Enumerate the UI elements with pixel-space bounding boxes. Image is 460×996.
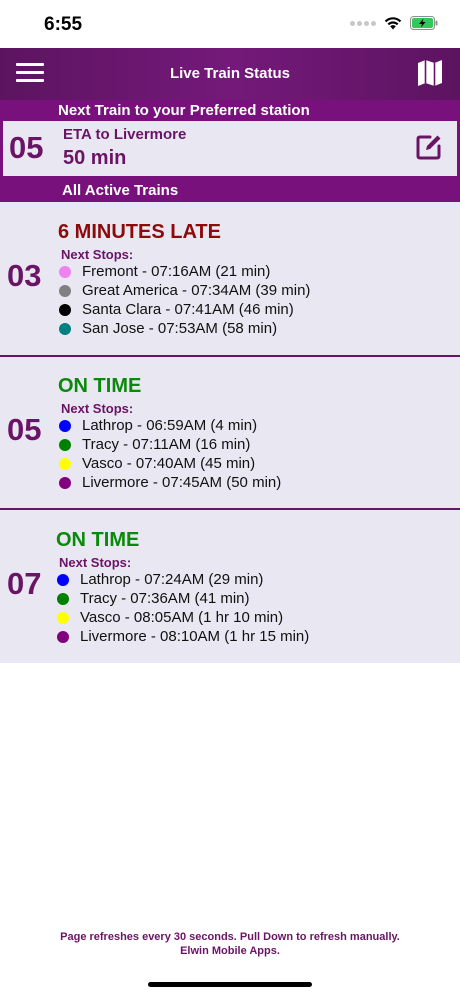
status-icons xyxy=(350,16,438,30)
preferred-station-header: Next Train to your Preferred station xyxy=(0,100,460,120)
train-number: 03 xyxy=(7,258,42,293)
stop-text: Tracy - 07:11AM (16 min) xyxy=(82,436,251,453)
stop-row: Livermore - 08:10AM (1 hr 15 min) xyxy=(57,627,309,646)
stop-text: Livermore - 07:45AM (50 min) xyxy=(82,474,282,491)
all-active-trains-header: All Active Trains xyxy=(0,178,460,202)
stop-color-dot-icon xyxy=(59,265,71,278)
stop-text: Vasco - 08:05AM (1 hr 10 min) xyxy=(80,609,284,626)
edit-icon[interactable] xyxy=(415,133,443,161)
footer: Page refreshes every 30 seconds. Pull Do… xyxy=(0,930,460,958)
stop-text: Livermore - 08:10AM (1 hr 15 min) xyxy=(80,628,310,645)
train-number: 05 xyxy=(7,412,42,447)
stop-color-dot-icon xyxy=(59,419,71,432)
stop-color-dot-icon xyxy=(57,611,69,624)
preferred-eta-label: ETA to Livermore xyxy=(63,126,187,143)
stop-row: Lathrop - 06:59AM (4 min) xyxy=(59,416,257,435)
page-title: Live Train Status xyxy=(169,65,291,82)
stop-row: Santa Clara - 07:41AM (46 min) xyxy=(59,300,294,319)
home-indicator[interactable] xyxy=(148,982,312,987)
wifi-icon xyxy=(384,17,402,30)
status-time: 6:55 xyxy=(44,14,83,35)
preferred-train-card: 05 ETA to Livermore 50 min xyxy=(0,120,460,178)
stop-text: San Jose - 07:53AM (58 min) xyxy=(82,320,278,337)
stop-color-dot-icon xyxy=(57,630,69,643)
company-credit: Elwin Mobile Apps. xyxy=(180,945,280,957)
next-stops-label: Next Stops: xyxy=(61,401,134,416)
stop-color-dot-icon xyxy=(59,438,71,451)
stop-text: Santa Clara - 07:41AM (46 min) xyxy=(82,301,294,318)
next-stops-label: Next Stops: xyxy=(59,555,132,570)
stop-row: Vasco - 07:40AM (45 min) xyxy=(59,454,255,473)
stop-text: Tracy - 07:36AM (41 min) xyxy=(80,590,250,607)
battery-charging-icon xyxy=(410,16,438,30)
stop-color-dot-icon xyxy=(59,322,71,335)
train-status: 6 MINUTES LATE xyxy=(58,221,221,243)
stop-color-dot-icon xyxy=(59,457,71,470)
stop-color-dot-icon xyxy=(59,476,71,489)
stop-color-dot-icon xyxy=(59,284,71,297)
train-status: ON TIME xyxy=(58,375,142,397)
stop-text: Vasco - 07:40AM (45 min) xyxy=(82,455,256,472)
next-stops-label: Next Stops: xyxy=(61,247,134,262)
stop-color-dot-icon xyxy=(57,573,69,586)
stop-row: Livermore - 07:45AM (50 min) xyxy=(59,473,281,492)
train-number: 07 xyxy=(7,566,42,601)
stop-row: Tracy - 07:36AM (41 min) xyxy=(57,589,250,608)
stop-text: Lathrop - 07:24AM (29 min) xyxy=(80,571,264,588)
stop-text: Lathrop - 06:59AM (4 min) xyxy=(82,417,258,434)
stop-row: Vasco - 08:05AM (1 hr 10 min) xyxy=(57,608,283,627)
preferred-train-inner: 05 ETA to Livermore 50 min xyxy=(3,121,457,176)
preferred-eta-value: 50 min xyxy=(63,147,127,169)
stop-color-dot-icon xyxy=(59,303,71,316)
preferred-train-number: 05 xyxy=(9,130,44,165)
stop-text: Fremont - 07:16AM (21 min) xyxy=(82,263,271,280)
stop-row: Great America - 07:34AM (39 min) xyxy=(59,281,310,300)
stop-text: Great America - 07:34AM (39 min) xyxy=(82,282,311,299)
train-status: ON TIME xyxy=(56,529,140,551)
stop-row: San Jose - 07:53AM (58 min) xyxy=(59,319,277,338)
stop-row: Fremont - 07:16AM (21 min) xyxy=(59,262,270,281)
refresh-note: Page refreshes every 30 seconds. Pull Do… xyxy=(60,931,400,943)
navbar: Live Train Status xyxy=(0,48,460,100)
stop-row: Tracy - 07:11AM (16 min) xyxy=(59,435,250,454)
stop-color-dot-icon xyxy=(57,592,69,605)
map-icon[interactable] xyxy=(416,58,444,88)
status-bar: 6:55 xyxy=(0,0,460,48)
cellular-signal-icon xyxy=(350,20,376,26)
stop-row: Lathrop - 07:24AM (29 min) xyxy=(57,570,263,589)
